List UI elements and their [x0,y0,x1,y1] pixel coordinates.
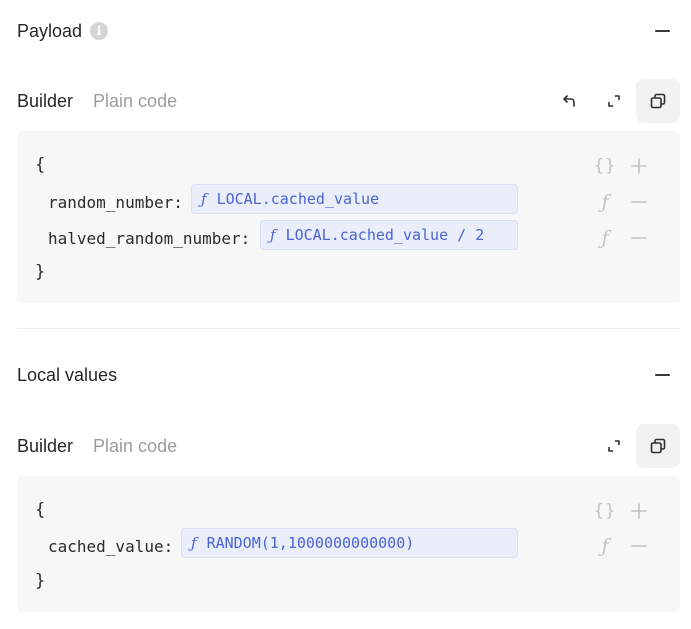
expand-icon [608,95,620,107]
payload-row-function-button[interactable]: ƒ [593,190,617,214]
payload-row-halved-random-number: halved_random_number : [48,223,250,253]
undo-arrow-icon [563,95,575,107]
payload-expand-button[interactable] [592,79,636,123]
expand-icon [608,440,620,452]
local-values-remove-row-button[interactable] [627,534,651,558]
payload-expression-halved-random-number[interactable]: ƒ LOCAL.cached_value / 2 [260,220,518,250]
page: Payload i Builder Plain code {{} random… [0,0,691,629]
section-divider [17,328,680,329]
local-values-copy-button[interactable] [636,424,680,468]
local-values-tabs-row: Builder Plain code [17,424,680,468]
local-values-close-brace: } [35,571,46,591]
function-icon: ƒ [191,534,197,552]
local-values-tabs: Builder Plain code [17,436,177,457]
payload-expression-random-number[interactable]: ƒ LOCAL.cached_value [191,184,518,214]
payload-open-brace: { [35,155,46,175]
payload-row-random-number: random_number : [48,187,183,217]
payload-section-header: Payload i [17,13,680,49]
payload-add-object-button[interactable]: {} [593,154,617,178]
function-icon: ƒ [201,190,207,208]
payload-key-random-number: random_number [48,192,174,212]
payload-collapse-button[interactable] [644,13,680,49]
payload-remove-row-button[interactable] [627,226,651,250]
local-values-key-cached-value: cached_value [48,536,164,556]
payload-title-group: Payload i [17,20,109,42]
expression-text: LOCAL.cached_value / 2 [285,226,485,244]
local-values-row-function-button[interactable]: ƒ [593,534,617,558]
payload-copy-button[interactable] [636,79,680,123]
local-values-toolbar [592,424,680,468]
minus-icon [631,201,647,203]
local-values-section-header: Local values [17,357,680,393]
payload-undo-button[interactable] [548,79,592,123]
payload-toolbar [548,79,680,123]
minus-icon [631,237,647,239]
payload-section-title: Payload [17,20,83,41]
local-values-section-title: Local values [17,364,118,385]
payload-tab-plain-code[interactable]: Plain code [93,91,177,112]
payload-remove-row-button[interactable] [627,190,651,214]
payload-colon: : [240,228,251,248]
payload-row-function-button[interactable]: ƒ [593,226,617,250]
payload-tabs-row: Builder Plain code [17,79,680,123]
local-values-add-object-button[interactable]: {} [593,499,617,523]
function-icon: ƒ [270,226,276,244]
plus-icon [631,503,647,519]
copy-icon [650,93,666,109]
minus-icon [654,374,670,376]
payload-close-brace: } [35,262,46,282]
local-values-row-cached-value: cached_value : [48,531,173,561]
local-values-expand-button[interactable] [592,424,636,468]
payload-code-box: { {} random_number : ƒ LOCAL.cached_valu… [17,131,680,303]
local-values-tab-builder[interactable]: Builder [17,436,73,457]
payload-colon: : [173,192,183,212]
local-values-colon: : [163,536,174,556]
info-icon[interactable]: i [90,22,109,40]
payload-key-halved-random-number: halved_random_number [48,228,241,248]
expression-text: LOCAL.cached_value [216,190,380,208]
payload-tabs: Builder Plain code [17,91,177,112]
local-values-collapse-button[interactable] [644,357,680,393]
local-values-add-row-button[interactable] [627,499,651,523]
local-values-open-brace: { [35,500,46,520]
local-values-expression-cached-value[interactable]: ƒ RANDOM(1,1000000000000) [181,528,518,558]
copy-icon [650,438,666,454]
local-values-tab-plain-code[interactable]: Plain code [93,436,177,457]
payload-add-row-button[interactable] [627,154,651,178]
payload-tab-builder[interactable]: Builder [17,91,73,112]
minus-icon [631,545,647,547]
plus-icon [631,158,647,174]
minus-icon [654,30,670,32]
local-values-title-group: Local values [17,365,117,386]
expression-text: RANDOM(1,1000000000000) [206,534,415,552]
local-values-code-box: { {} cached_value : ƒ RANDOM(1,100000000… [17,476,680,612]
